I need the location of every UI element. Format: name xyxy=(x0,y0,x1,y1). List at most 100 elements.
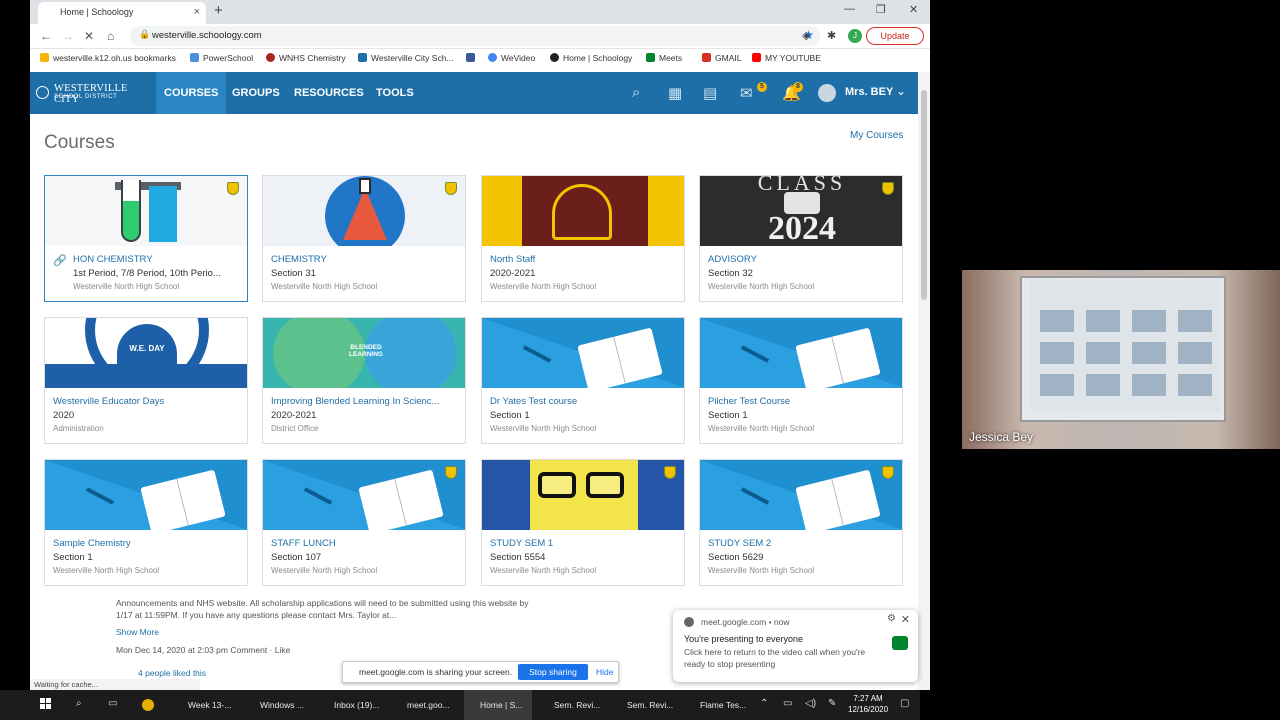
screen-share-bar: meet.google.com is sharing your screen. … xyxy=(342,661,619,683)
forward-icon[interactable]: → xyxy=(62,29,74,43)
bookmark-item[interactable]: Home | Schoology xyxy=(550,53,632,63)
course-section: 2020-2021 xyxy=(271,410,317,421)
taskbar-item[interactable]: Sem. Revi... xyxy=(611,690,673,720)
taskbar-item[interactable]: Sem. Revi... xyxy=(538,690,600,720)
course-name: Improving Blended Learning In Scienc... xyxy=(271,396,440,407)
participant-video-tile[interactable]: Jessica Bey xyxy=(962,270,1280,449)
back-icon[interactable]: ← xyxy=(40,29,52,43)
bookmark-item[interactable]: GMAIL xyxy=(702,53,741,63)
course-school: Westerville North High School xyxy=(490,566,597,575)
bookmark-item[interactable]: WNHS Chemistry xyxy=(266,53,346,63)
bookmark-item[interactable]: PowerSchool xyxy=(190,53,253,63)
address-bar[interactable]: 🔒 westerville.schoology.com ★ xyxy=(130,26,820,46)
hide-button[interactable]: Hide xyxy=(596,667,613,677)
puzzle-extensions-icon[interactable]: ✱ xyxy=(827,29,836,42)
course-card[interactable]: STUDY SEM 1 Section 5554 Westerville Nor… xyxy=(481,459,685,586)
page-scrollbar[interactable] xyxy=(918,72,930,690)
my-courses-link[interactable]: My Courses xyxy=(850,130,903,141)
profile-avatar[interactable]: J xyxy=(848,29,862,43)
course-name: Pilcher Test Course xyxy=(708,396,791,407)
meet-notification[interactable]: meet.google.com • now ⚙ ✕ You're present… xyxy=(673,610,918,682)
update-button[interactable]: Update xyxy=(866,27,924,45)
course-card[interactable]: Sample Chemistry Section 1 Westerville N… xyxy=(44,459,248,586)
chrome-icon xyxy=(684,617,694,627)
taskbar-item[interactable]: Windows ... xyxy=(244,690,304,720)
nav-resources[interactable]: RESOURCES xyxy=(286,72,372,114)
stop-sharing-button[interactable]: Stop sharing xyxy=(518,664,588,680)
course-card[interactable]: CHEMISTRY Section 31 Westerville North H… xyxy=(262,175,466,302)
course-card[interactable]: North Staff 2020-2021 Westerville North … xyxy=(481,175,685,302)
likes-count[interactable]: 4 people liked this xyxy=(138,668,206,678)
notifications-badge: 8 xyxy=(793,82,803,92)
course-card[interactable]: Pilcher Test Course Section 1 Westervill… xyxy=(699,317,903,444)
calendar-icon[interactable]: ▤ xyxy=(703,84,717,102)
extension-icon[interactable]: ◈ xyxy=(802,29,810,42)
volume-icon[interactable]: ◁) xyxy=(805,698,816,709)
windows-start-icon[interactable] xyxy=(40,698,52,710)
chevron-up-icon[interactable]: ⌃ xyxy=(760,698,768,709)
scrollbar-thumb[interactable] xyxy=(921,90,927,300)
course-card[interactable]: 🔗 HON CHEMISTRY 1st Period, 7/8 Period, … xyxy=(44,175,248,302)
taskbar-clock[interactable]: 7:27 AM 12/16/2020 xyxy=(848,693,888,715)
task-view-icon[interactable]: ▭ xyxy=(108,698,117,709)
course-section: 2020 xyxy=(53,410,75,421)
home-icon[interactable]: ⌂ xyxy=(107,29,114,43)
schoology-header: WESTERVILLE CITY SCHOOL DISTRICT COURSES… xyxy=(30,72,918,114)
taskbar-item[interactable]: meet.goo... xyxy=(391,690,450,720)
bookmark-item[interactable]: MY YOUTUBE xyxy=(752,53,821,63)
course-card[interactable]: BLENDED LEARNING Improving Blended Learn… xyxy=(262,317,466,444)
meet-icon xyxy=(646,53,655,62)
messages-icon[interactable]: ✉ xyxy=(740,84,753,102)
westerville-icon xyxy=(358,53,367,62)
course-school: Administration xyxy=(53,424,104,433)
minimize-icon[interactable]: — xyxy=(844,3,855,15)
close-window-icon[interactable]: ✕ xyxy=(909,3,918,16)
gear-icon[interactable]: ⚙ xyxy=(887,613,896,624)
new-tab-icon[interactable]: + xyxy=(214,2,223,19)
browser-tab[interactable]: Home | Schoology × xyxy=(38,2,206,24)
chevron-down-icon[interactable]: ⌄ xyxy=(896,84,906,98)
taskbar-item[interactable]: Home | S... xyxy=(464,690,532,720)
course-card[interactable]: STUDY SEM 2 Section 5629 Westerville Nor… xyxy=(699,459,903,586)
action-center-icon[interactable]: ▢ xyxy=(900,698,909,709)
search-icon[interactable]: ⌕ xyxy=(76,698,82,709)
user-avatar[interactable] xyxy=(818,84,836,102)
nav-courses[interactable]: COURSES xyxy=(156,72,227,114)
course-school: Westerville North High School xyxy=(271,566,378,575)
course-image xyxy=(263,176,465,246)
admin-shield-icon xyxy=(445,466,457,479)
course-card[interactable]: Dr Yates Test course Section 1 Westervil… xyxy=(481,317,685,444)
wnhs-icon xyxy=(266,53,275,62)
taskbar-item[interactable]: Week 13-... xyxy=(172,690,231,720)
search-icon[interactable]: ⌕ xyxy=(632,84,640,101)
nav-groups[interactable]: GROUPS xyxy=(224,72,288,114)
course-card[interactable]: CLASS 2024 ADVISORY Section 32 Westervil… xyxy=(699,175,903,302)
apps-grid-icon[interactable]: ▦ xyxy=(668,84,682,102)
course-card[interactable]: W.E. DAY Westerville Educator Days 2020 … xyxy=(44,317,248,444)
course-school: Westerville North High School xyxy=(708,282,815,291)
stop-loading-icon[interactable]: ✕ xyxy=(84,29,94,43)
pen-icon[interactable]: ✎ xyxy=(828,698,836,709)
taskbar-item[interactable]: Flame Tes... xyxy=(684,690,746,720)
show-more-link[interactable]: Show More xyxy=(116,627,159,637)
course-image xyxy=(263,460,465,530)
course-card[interactable]: STAFF LUNCH Section 107 Westerville Nort… xyxy=(262,459,466,586)
bookmark-item[interactable]: westerville.k12.oh.us bookmarks xyxy=(40,53,176,63)
bookmark-item[interactable]: Meets xyxy=(646,53,682,63)
bookmark-item[interactable]: Westerville City Sch... xyxy=(358,53,454,63)
maximize-icon[interactable]: ❐ xyxy=(876,3,886,16)
district-logo[interactable]: WESTERVILLE CITY SCHOOL DISTRICT xyxy=(36,82,150,105)
nav-tools[interactable]: TOOLS xyxy=(368,72,422,114)
course-section: Section 31 xyxy=(271,268,316,279)
user-name[interactable]: Mrs. BEY xyxy=(845,86,893,98)
bookmark-item[interactable] xyxy=(466,53,479,63)
close-icon[interactable]: ✕ xyxy=(901,613,910,626)
network-icon[interactable]: ▭ xyxy=(783,698,792,709)
tab-close-icon[interactable]: × xyxy=(194,6,200,18)
taskbar-item[interactable]: Inbox (19)... xyxy=(318,690,379,720)
course-section: Section 5629 xyxy=(708,552,764,563)
course-name: STAFF LUNCH xyxy=(271,538,336,549)
chrome-taskbar-icon[interactable] xyxy=(140,690,160,720)
course-section: Section 5554 xyxy=(490,552,546,563)
bookmark-item[interactable]: WeVideo xyxy=(488,53,535,63)
